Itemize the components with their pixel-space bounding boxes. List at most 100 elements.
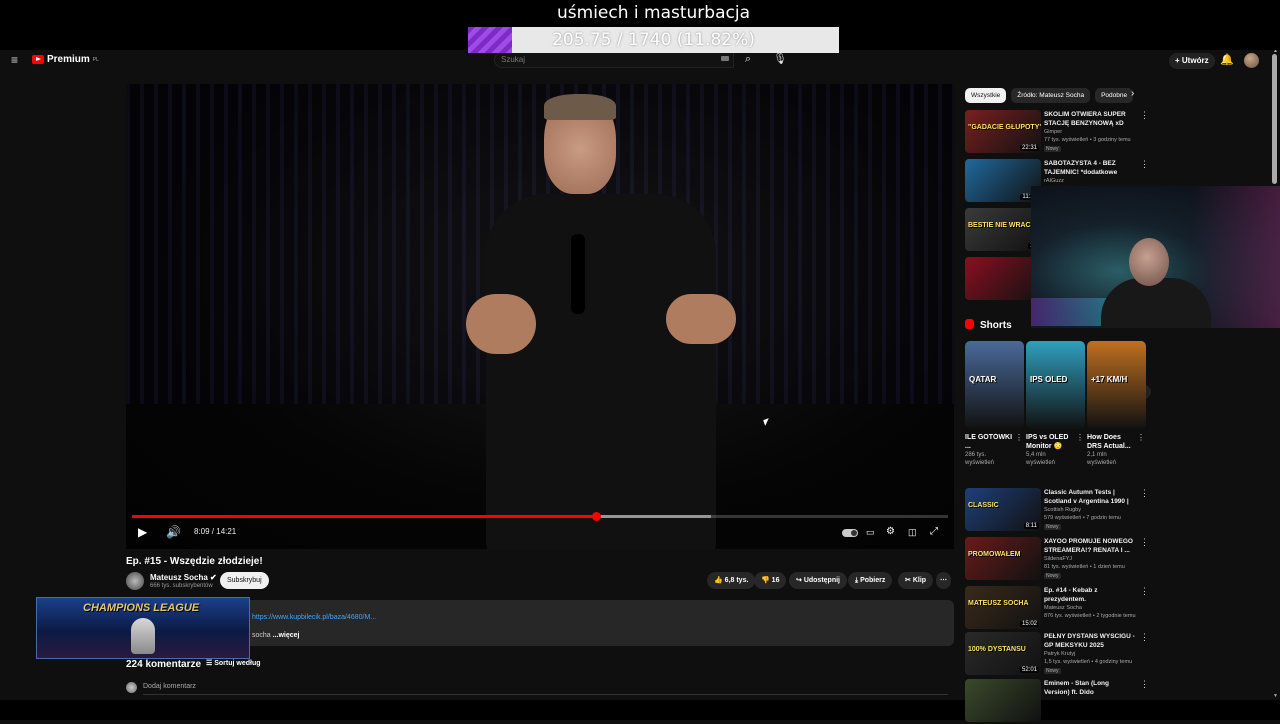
recommendation-meta: 876 tys. wyświetleń • 2 tygodnie temu (1044, 613, 1136, 619)
short-thumbnail-text: +17 KM/H (1091, 375, 1128, 384)
short-thumbnail-text: QATAR (969, 375, 997, 384)
recommendation-item[interactable]: MATEUSZ SOCHA 15:02 Ep. #14 - Kebab z prez… (965, 586, 1150, 631)
scroll-down-icon[interactable]: ▼ (1273, 693, 1278, 699)
filter-chip[interactable]: Źródło: Mateusz Socha (1011, 88, 1091, 103)
youtube-premium-logo[interactable]: Premium PL (32, 54, 99, 65)
short-item[interactable]: QATAR ILE GOTÓWKI ... 286 tys. wyświetleń ⋮ (965, 341, 1025, 467)
duration-badge: 8:11 (1023, 523, 1039, 529)
video-thumbnail[interactable]: "GADACIE GŁUPOTY" 22:31 (965, 110, 1041, 153)
more-options-icon[interactable]: ⋮ (1076, 433, 1084, 442)
new-badge: Nowy (1044, 668, 1061, 674)
search-icon[interactable]: ⌕ (740, 53, 756, 67)
video-title: Ep. #15 - Wszędzie złodzieje! (126, 556, 263, 567)
short-item[interactable]: +17 KM/H How Does DRS Actual... 2,1 mln wy… (1087, 341, 1147, 467)
more-options-icon[interactable]: ⋮ (1140, 586, 1149, 597)
overlay-thumbnail-text: CHAMPIONS LEAGUE (83, 602, 200, 614)
microphone-icon[interactable]: 🎙 (773, 52, 787, 68)
short-title: ILE GOTÓWKI ... (965, 434, 1013, 450)
clip-button[interactable]: ✂ Klip (898, 572, 934, 589)
recommendation-channel: SildenaFYJ (1044, 556, 1073, 562)
video-progress-bar[interactable] (132, 512, 948, 521)
recommendation-channel: rAIGuzz (1044, 178, 1064, 184)
recommendation-item[interactable]: Eminem - Stan (Long Version) ft. Dido ⋮ (965, 679, 1150, 724)
fullscreen-icon[interactable]: ⤢ (930, 525, 938, 539)
short-views: 286 tys. wyświetleń (965, 452, 995, 466)
video-thumbnail[interactable]: BESTIE NIE WRACAJĄ27 (965, 208, 1041, 251)
channel-avatar[interactable] (126, 572, 144, 590)
recommendation-title: SKOLIM OTWIERA SUPER STACJĘ BENZYNOWĄ xD (1044, 111, 1126, 127)
thumbnail-text: MATEUSZ SOCHA (968, 600, 1029, 607)
more-options-icon[interactable]: ⋮ (1140, 679, 1149, 690)
short-thumbnail[interactable]: QATAR (965, 341, 1024, 429)
page-scrollbar[interactable] (1272, 54, 1277, 184)
video-thumbnail[interactable] (965, 679, 1041, 722)
short-item[interactable]: IPS OLED IPS vs OLED Monitor 😳 5,4 mln wyś… (1026, 341, 1086, 467)
scrubber-handle[interactable] (591, 512, 601, 521)
filter-chip[interactable]: Podobne (1095, 88, 1134, 103)
video-player[interactable]: ▶ 🔊 8:09 / 14:21 ▭ ⚙ ◫ ⤢ (126, 84, 954, 549)
menu-icon[interactable]: ≡ (11, 54, 23, 66)
like-button[interactable]: 👍 6,8 tys. (707, 572, 756, 589)
logo-region: PL (92, 56, 99, 63)
more-actions-button[interactable]: ⋯ (936, 572, 951, 589)
video-thumbnail[interactable]: MATEUSZ SOCHA 15:02 (965, 586, 1041, 629)
recommendation-item[interactable]: "GADACIE GŁUPOTY" 22:31 SKOLIM OTWIERA SUP… (965, 110, 1150, 155)
recommendation-meta: 81 tys. wyświetleń • 1 dzień temu (1044, 564, 1125, 570)
description-more[interactable]: socha ...więcej (252, 632, 300, 639)
filter-chip[interactable]: Wszystkie (965, 88, 1007, 103)
recommendation-item[interactable]: 100% DYSTANSU 52:01 PEŁNY DYSTANS WYŚCIGU … (965, 632, 1150, 677)
short-thumbnail[interactable]: IPS OLED (1026, 341, 1085, 429)
create-button[interactable]: + Utwórz (1169, 53, 1215, 69)
description-link[interactable]: https://www.kupbilecik.pl/baza/4680/M... (252, 614, 376, 621)
play-icon[interactable]: ▶ (138, 525, 147, 539)
recommendation-title: Eminem - Stan (Long Version) ft. Dido (1044, 680, 1109, 696)
chevron-right-icon[interactable]: › (1131, 88, 1134, 99)
share-button[interactable]: ↪ Udostępnij (789, 572, 847, 589)
volume-icon[interactable]: 🔊 (166, 525, 181, 539)
recommendation-item[interactable]: CLASSIC 8:11 Classic Autumn Tests | Scotla… (965, 488, 1150, 533)
video-thumbnail[interactable]: 100% DYSTANSU 52:01 (965, 632, 1041, 675)
recommendation-meta: 77 tys. wyświetleń • 3 godziny temu (1044, 137, 1131, 143)
sort-button[interactable]: ☰ Sortuj według (206, 659, 261, 667)
time-display: 8:09 / 14:21 (194, 527, 237, 536)
bell-icon[interactable]: 🔔 (1220, 53, 1234, 66)
download-button[interactable]: ⤓ Pobierz (848, 572, 893, 589)
channel-name[interactable]: Mateusz Socha ✔ (150, 573, 217, 582)
more-options-icon[interactable]: ⋮ (1140, 159, 1149, 170)
video-frame-performer (466, 94, 746, 549)
video-thumbnail[interactable]: 4 (965, 257, 1041, 300)
share-icon: ↪ (796, 577, 802, 584)
more-options-icon[interactable]: ⋮ (1140, 537, 1149, 548)
dislike-icon: 👎 (761, 577, 770, 584)
keyboard-icon[interactable] (721, 56, 729, 61)
dislike-button[interactable]: 👎 16 (754, 572, 787, 589)
autoplay-toggle[interactable] (842, 529, 858, 537)
commenter-avatar (126, 682, 137, 693)
subtitles-icon[interactable]: ▭ (866, 525, 875, 539)
more-options-icon[interactable]: ⋮ (1137, 433, 1145, 442)
short-thumbnail[interactable]: +17 KM/H (1087, 341, 1146, 429)
description-box[interactable]: https://www.kupbilecik.pl/baza/4680/M...… (126, 600, 954, 646)
sort-label: Sortuj według (214, 660, 261, 667)
short-title: How Does DRS Actual... (1087, 434, 1131, 450)
settings-icon[interactable]: ⚙ (886, 525, 895, 539)
shorts-label: Shorts (980, 320, 1012, 331)
add-comment-input[interactable]: Dodaj komentarz (143, 683, 196, 690)
recommendation-meta: 579 wyświetleń • 7 godzin temu (1044, 515, 1121, 521)
subscribe-button[interactable]: Subskrybuj (220, 572, 269, 589)
trophy-icon (131, 618, 155, 654)
video-thumbnail[interactable]: PROMOWAŁEM (965, 537, 1041, 580)
video-thumbnail[interactable]: CLASSIC 8:11 (965, 488, 1041, 531)
miniplayer-icon[interactable]: ◫ (908, 525, 917, 539)
search-input[interactable]: Szukaj (494, 52, 734, 68)
more-options-icon[interactable]: ⋮ (1140, 632, 1149, 643)
more-options-icon[interactable]: ⋮ (1140, 488, 1149, 499)
video-thumbnail[interactable]: 11:17 (965, 159, 1041, 202)
more-options-icon[interactable]: ⋮ (1015, 433, 1023, 442)
recommendation-item[interactable]: PROMOWAŁEM XAYOO PROMUJE NOWEGO STREAMERA… (965, 537, 1150, 582)
thumbnail-text: 100% DYSTANSU (968, 646, 1026, 653)
more-options-icon[interactable]: ⋮ (1140, 110, 1149, 121)
stream-goal-counter: 205.75 / 1740 (11.82%) (552, 30, 755, 50)
account-avatar[interactable] (1244, 53, 1259, 68)
logo-text: Premium (47, 54, 90, 65)
